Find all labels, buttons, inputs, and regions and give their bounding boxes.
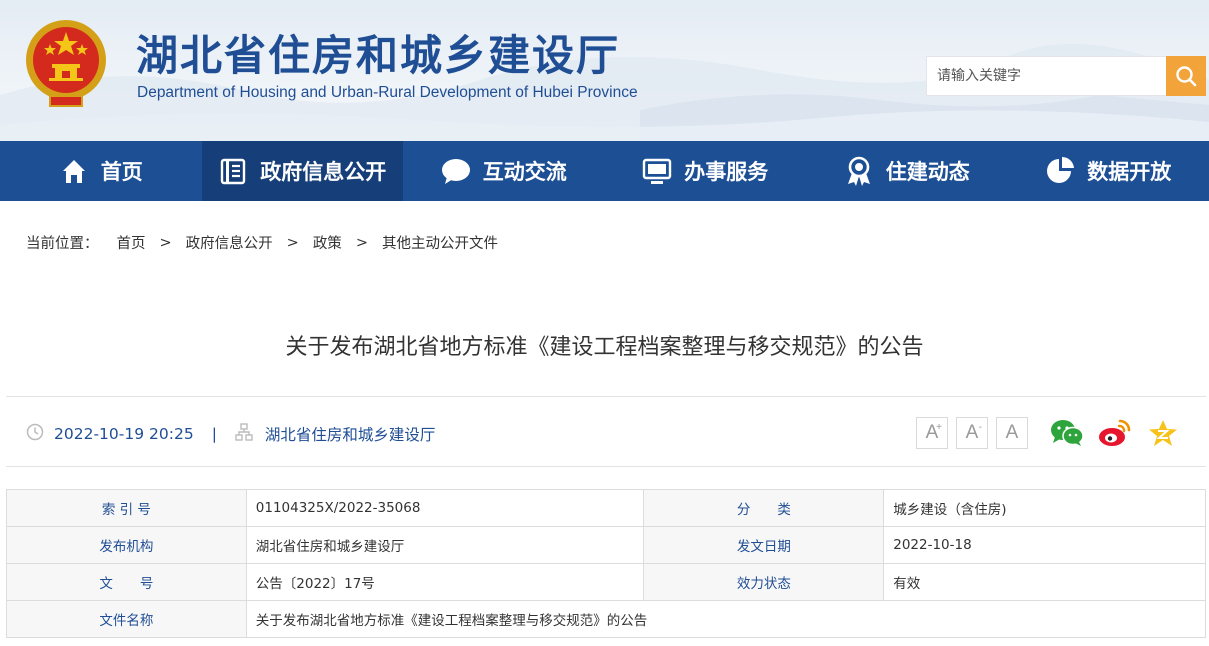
nav-item-gov-info[interactable]: 政府信息公开 [201,141,403,201]
table-row: 发布机构 湖北省住房和城乡建设厅 发文日期 2022-10-18 [6,526,1206,564]
divider [6,466,1206,467]
share-buttons [1050,417,1180,449]
category-label: 分 类 [643,489,885,527]
category-value: 城乡建设（含住房) [883,489,1206,527]
home-icon [59,156,89,186]
validity-label: 效力状态 [643,563,885,601]
issue-date-value: 2022-10-18 [883,526,1206,564]
document-number-label: 文 号 [6,563,247,601]
validity-value: 有效 [883,563,1206,601]
publisher-label: 发布机构 [6,526,247,564]
chat-bubble-icon [441,156,471,186]
weibo-icon [1099,419,1131,446]
nav-item-label: 首页 [100,160,143,184]
monitor-icon [642,156,672,186]
document-name-value: 关于发布湖北省地方标准《建设工程档案整理与移交规范》的公告 [245,600,1207,638]
publisher-value: 湖北省住房和城乡建设厅 [245,526,645,564]
nav-item-open-data[interactable]: 数据开放 [1008,141,1209,201]
search-button[interactable] [1166,56,1206,96]
nav-item-services[interactable]: 办事服务 [605,141,807,201]
document-list-icon [218,156,248,186]
index-number-label: 索 引 号 [6,489,247,527]
main-nav: 首页 政府信息公开 互动交流 办事服务 住建动态 数据开放 [0,141,1209,201]
breadcrumb-separator: > [355,234,368,251]
index-number-value: 01104325X/2022-35068 [245,489,645,527]
weibo-share-button[interactable] [1098,417,1132,449]
article-title: 关于发布湖北省地方标准《建设工程档案整理与移交规范》的公告 [285,335,924,360]
meta-divider: | [211,425,217,443]
site-header: 湖北省住房和城乡建设厅 Department of Housing and Ur… [0,0,1209,141]
table-row: 索 引 号 01104325X/2022-35068 分 类 城乡建设（含住房) [6,489,1206,527]
font-size-controls: A + A- A [916,417,1028,449]
award-ribbon-icon [844,156,874,186]
breadcrumb-gov-info[interactable]: 政府信息公开 [186,232,273,253]
search-input[interactable] [927,57,1166,95]
nav-item-home[interactable]: 首页 [0,141,202,201]
breadcrumb-separator: > [286,234,299,251]
wechat-share-button[interactable] [1050,417,1084,449]
breadcrumb-policy[interactable]: 政策 [313,232,342,253]
org-chart-icon [235,423,253,445]
nav-item-label: 政府信息公开 [260,160,387,184]
wechat-icon [1051,420,1084,446]
favorite-star-icon [1149,420,1177,446]
divider [6,396,1206,397]
font-increase-modifier: + [936,422,942,433]
document-name-label: 文件名称 [6,600,247,638]
nav-item-label: 数据开放 [1087,160,1172,184]
nav-item-label: 办事服务 [684,160,769,184]
nav-item-label: 住建动态 [885,160,970,184]
font-decrease-icon: A [965,422,979,443]
table-row: 文 号 公告〔2022〕17号 效力状态 有效 [6,563,1206,601]
clock-icon [26,423,44,445]
national-emblem-icon [20,16,112,112]
table-row: 文件名称 关于发布湖北省地方标准《建设工程档案整理与移交规范》的公告 [6,600,1207,638]
font-reset-button[interactable]: A [996,417,1028,449]
article-meta: 2022-10-19 20:25 | 湖北省住房和城乡建设厅 [26,423,435,445]
breadcrumb-home[interactable]: 首页 [117,232,146,253]
font-increase-button[interactable]: A + [916,417,948,449]
search-box [926,56,1206,96]
breadcrumb: 当前位置： 首页 > 政府信息公开 > 政策 > 其他主动公开文件 [26,232,498,253]
pie-chart-icon [1045,156,1075,186]
document-number-value: 公告〔2022〕17号 [245,563,645,601]
favorite-button[interactable] [1146,417,1180,449]
nav-item-news[interactable]: 住建动态 [806,141,1008,201]
publish-datetime: 2022-10-19 20:25 [54,425,194,443]
font-decrease-button[interactable]: A- [956,417,988,449]
font-reset-icon: A [1005,422,1019,443]
nav-item-interaction[interactable]: 互动交流 [403,141,605,201]
site-title: 湖北省住房和城乡建设厅 [136,31,621,80]
breadcrumb-other-files[interactable]: 其他主动公开文件 [382,232,498,253]
breadcrumb-separator: > [159,234,172,251]
publish-source: 湖北省住房和城乡建设厅 [264,426,436,444]
font-decrease-modifier: - [978,422,982,433]
issue-date-label: 发文日期 [643,526,885,564]
site-subtitle: Department of Housing and Urban-Rural De… [137,84,638,101]
document-info-table: 索 引 号 01104325X/2022-35068 分 类 城乡建设（含住房)… [6,489,1207,638]
search-icon [1176,66,1197,87]
nav-item-label: 互动交流 [482,160,567,184]
breadcrumb-prefix: 当前位置： [26,236,99,252]
